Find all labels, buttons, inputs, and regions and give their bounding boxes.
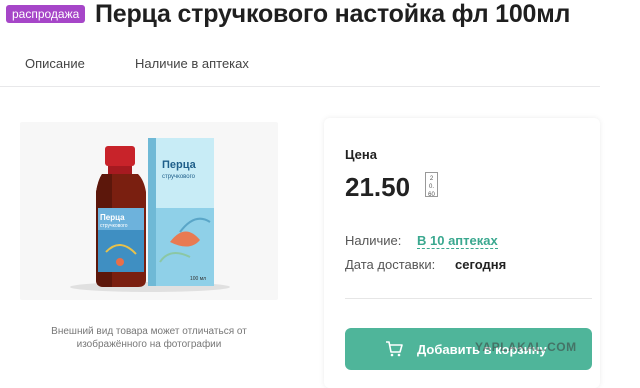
tab-bar: Описание Наличие в аптеках: [0, 48, 600, 87]
delivery-value: сегодня: [455, 257, 507, 272]
availability-label: Наличие:: [345, 233, 402, 248]
price-label: Цена: [345, 147, 377, 162]
box-label-line1: Перца: [162, 159, 197, 171]
page-title: Перца стручкового настойка фл 100мл: [95, 0, 571, 28]
old-price: 20.60: [428, 176, 435, 198]
tab-description[interactable]: Описание: [25, 56, 85, 71]
bottle-label-line2: стручкового: [100, 223, 128, 229]
bottle-label-line1: Перца: [100, 213, 125, 222]
old-price-box: 20.60: [425, 172, 438, 198]
divider: [345, 298, 592, 299]
product-image: Перца стручкового 100 мл Перца стручково…: [20, 122, 278, 300]
delivery-row: Дата доставки: сегодня: [345, 257, 506, 272]
box-volume: 100 мл: [190, 276, 206, 282]
box-label-line2: стручкового: [162, 174, 196, 180]
tab-availability[interactable]: Наличие в аптеках: [135, 56, 249, 71]
price-value: 21.50: [345, 172, 411, 202]
image-disclaimer: Внешний вид товара может отличаться от и…: [51, 326, 247, 350]
watermark: YAPLAKAL.COM: [475, 340, 577, 354]
sale-badge: распродажа: [6, 5, 86, 23]
availability-link[interactable]: В 10 аптеках: [417, 233, 498, 249]
availability-row: Наличие: В 10 аптеках: [345, 233, 498, 249]
delivery-label: Дата доставки:: [345, 257, 436, 272]
cart-icon: [386, 341, 403, 357]
